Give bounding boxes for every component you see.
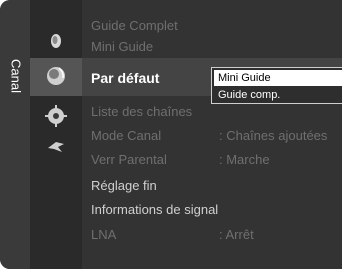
menu-value-mode-canal: : Chaînes ajoutées <box>219 128 328 143</box>
menu-value-lna: : Arrêt <box>219 227 254 242</box>
menu-item-informations-signal[interactable]: Informations de signal <box>91 202 218 217</box>
menu-item-liste-des-chaines: Liste des chaînes <box>91 104 193 119</box>
screen: Canal Guide Complet Mini Guide Par défau… <box>0 0 342 273</box>
menu-item-reglage-fin[interactable]: Réglage fin <box>91 178 157 193</box>
menu-item-mode-canal: Mode Canal <box>91 128 162 143</box>
dropdown-option-guide-comp[interactable]: Guide comp. <box>212 87 342 103</box>
menu-item-guide-complet: Guide Complet <box>91 18 178 33</box>
menu-window: Canal Guide Complet Mini Guide Par défau… <box>0 0 342 269</box>
setup-icon[interactable] <box>44 104 68 128</box>
category-label: Canal <box>8 59 24 93</box>
menu-item-verr-parental: Verr Parental <box>91 152 167 167</box>
channel-icon[interactable] <box>44 64 68 88</box>
category-tab: Canal <box>0 0 30 269</box>
dropdown-option-mini-guide[interactable]: Mini Guide <box>214 70 342 86</box>
menu-item-par-defaut[interactable]: Par défaut <box>91 70 159 86</box>
menu-item-lna: LNA <box>91 227 117 242</box>
picture-icon[interactable] <box>44 28 68 52</box>
default-guide-dropdown[interactable]: Mini Guide Guide comp. <box>211 67 342 104</box>
input-icon[interactable] <box>44 134 68 158</box>
menu-value-verr-parental: : Marche <box>219 152 270 167</box>
icon-column <box>30 0 82 269</box>
menu-item-mini-guide: Mini Guide <box>91 39 154 54</box>
